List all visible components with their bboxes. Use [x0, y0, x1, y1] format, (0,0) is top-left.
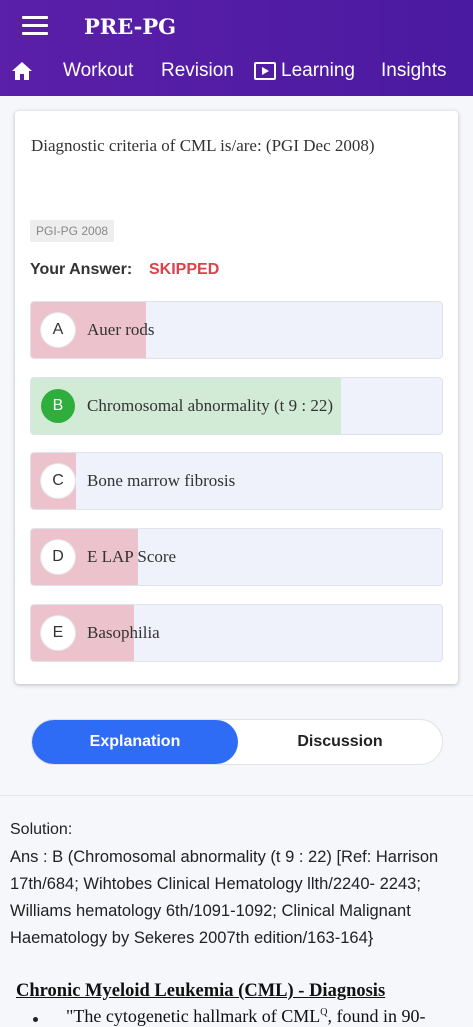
- tab-explanation[interactable]: Explanation: [32, 720, 238, 764]
- nav-insights[interactable]: Insights: [381, 60, 446, 82]
- option-b-text: Chromosomal abnormality (t 9 : 22): [87, 396, 333, 415]
- option-a-text: Auer rods: [87, 320, 155, 339]
- answer-status: SKIPPED: [149, 261, 220, 278]
- tab-discussion[interactable]: Discussion: [238, 720, 442, 764]
- option-c-badge: C: [41, 464, 75, 498]
- option-a-badge: A: [41, 313, 75, 347]
- home-icon[interactable]: [10, 60, 34, 82]
- option-a[interactable]: A Auer rods: [30, 301, 443, 359]
- app-title: PRE-PG: [84, 14, 177, 39]
- solution-text: Ans : B (Chromosomal abnormality (t 9 : …: [10, 848, 439, 947]
- option-d-badge: D: [41, 540, 75, 574]
- option-c[interactable]: C Bone marrow fibrosis: [30, 452, 443, 510]
- menu-icon[interactable]: [22, 16, 48, 36]
- option-e-badge: E: [41, 616, 75, 650]
- bullet-text-end: , found in 90-: [327, 1006, 426, 1026]
- option-e-text: Basophilia: [87, 623, 160, 642]
- bullet-superscript: Q: [320, 1007, 328, 1018]
- nav-learning[interactable]: Learning: [281, 60, 355, 82]
- app-bar: PRE-PG Workout Revision Learning Insight…: [0, 0, 473, 96]
- solution-title: Solution:: [10, 821, 73, 838]
- question-text: Diagnostic criteria of CML is/are: (PGI …: [31, 136, 375, 155]
- nav-revision[interactable]: Revision: [161, 60, 234, 82]
- bullet-dot: [33, 1017, 38, 1022]
- option-b-badge: B: [41, 389, 75, 423]
- explanation-tabs: Explanation Discussion: [31, 719, 443, 765]
- option-b[interactable]: B Chromosomal abnormality (t 9 : 22): [30, 377, 443, 435]
- your-answer-label: Your Answer:: [30, 261, 133, 278]
- option-e[interactable]: E Basophilia: [30, 604, 443, 662]
- question-card: Diagnostic criteria of CML is/are: (PGI …: [15, 111, 458, 684]
- bullet-text-start: "The cytogenetic hallmark of CML: [66, 1006, 321, 1026]
- option-d-text: E LAP Score: [87, 547, 177, 566]
- option-d[interactable]: D E LAP Score: [30, 528, 443, 586]
- play-screen-icon: [254, 62, 276, 80]
- option-c-text: Bone marrow fibrosis: [87, 471, 236, 490]
- exam-tag: PGI-PG 2008: [30, 220, 115, 242]
- nav-workout[interactable]: Workout: [63, 60, 133, 82]
- solution-heading: Chronic Myeloid Leukemia (CML) - Diagnos…: [16, 981, 386, 1001]
- divider: [0, 795, 473, 796]
- top-nav: Workout Revision Learning Insights: [0, 56, 473, 88]
